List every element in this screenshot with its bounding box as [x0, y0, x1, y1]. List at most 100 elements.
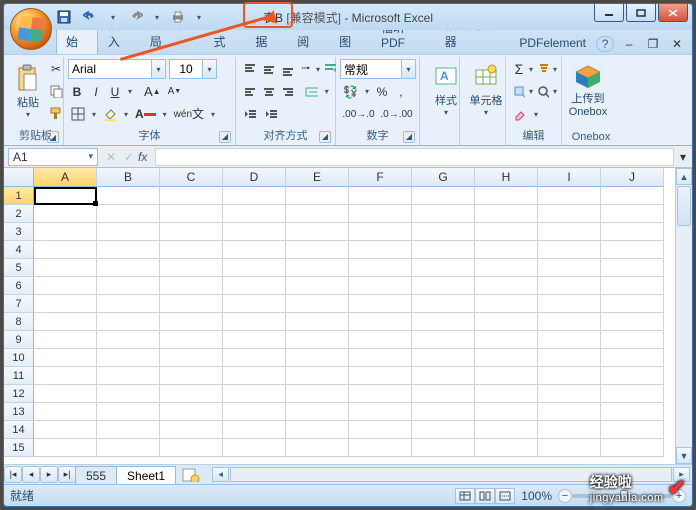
cell[interactable] — [349, 223, 412, 241]
border-dropdown-icon[interactable]: ▾ — [89, 110, 99, 119]
orientation-icon[interactable]: ⭬ — [297, 59, 315, 79]
close-button[interactable] — [658, 4, 688, 22]
undo-icon[interactable] — [80, 7, 102, 27]
font-color-dropdown-icon[interactable]: ▾ — [160, 110, 170, 119]
cell[interactable] — [97, 421, 160, 439]
cell[interactable] — [538, 241, 601, 259]
format-painter-icon[interactable] — [46, 103, 66, 123]
cell[interactable] — [601, 241, 664, 259]
grid-body[interactable]: 123456789101112131415 — [4, 187, 675, 464]
cell[interactable] — [160, 439, 223, 457]
find-dropdown-icon[interactable]: ▾ — [553, 87, 557, 96]
name-box-dropdown-icon[interactable]: ▾ — [88, 151, 93, 162]
cell[interactable] — [223, 367, 286, 385]
cell[interactable] — [538, 367, 601, 385]
page-layout-view-icon[interactable] — [475, 488, 495, 504]
grow-font-icon[interactable]: A▲ — [141, 82, 164, 102]
clipboard-launcher-icon[interactable]: ◢ — [47, 131, 59, 143]
cell[interactable] — [601, 277, 664, 295]
select-all-corner[interactable] — [4, 168, 34, 187]
number-launcher-icon[interactable]: ◢ — [403, 131, 415, 143]
fill-dropdown-icon[interactable]: ▾ — [121, 110, 131, 119]
cell[interactable] — [34, 367, 97, 385]
phonetic-icon[interactable]: wén文 — [171, 104, 207, 124]
cell[interactable] — [538, 331, 601, 349]
cell[interactable] — [223, 259, 286, 277]
row-header[interactable]: 12 — [4, 385, 34, 403]
cell[interactable] — [475, 205, 538, 223]
cell[interactable] — [349, 241, 412, 259]
cell[interactable] — [97, 187, 160, 205]
cell[interactable] — [601, 421, 664, 439]
cell[interactable] — [412, 439, 475, 457]
font-name-combo[interactable]: ▾ — [68, 59, 166, 79]
cell[interactable] — [97, 241, 160, 259]
cell[interactable] — [601, 367, 664, 385]
font-name-input[interactable] — [68, 59, 152, 79]
cell[interactable] — [538, 439, 601, 457]
row-header[interactable]: 6 — [4, 277, 34, 295]
cell[interactable] — [286, 223, 349, 241]
shrink-font-icon[interactable]: A▼ — [165, 82, 185, 102]
copy-icon[interactable] — [46, 81, 66, 101]
cell[interactable] — [349, 187, 412, 205]
cell[interactable] — [601, 205, 664, 223]
cell[interactable] — [475, 331, 538, 349]
cell[interactable] — [223, 439, 286, 457]
cell[interactable] — [223, 277, 286, 295]
minimize-button[interactable] — [594, 4, 624, 22]
next-sheet-icon[interactable]: ▸ — [40, 466, 58, 483]
row-header[interactable]: 14 — [4, 421, 34, 439]
cell[interactable] — [160, 313, 223, 331]
cell[interactable] — [160, 223, 223, 241]
print-icon[interactable] — [168, 7, 188, 27]
cells-dropdown-icon[interactable]: ▾ — [481, 108, 491, 117]
align-left-icon[interactable] — [240, 82, 258, 102]
cell[interactable] — [349, 295, 412, 313]
decrease-decimal-icon[interactable]: .0→.00 — [378, 104, 415, 124]
cell[interactable] — [97, 259, 160, 277]
row-header[interactable]: 5 — [4, 259, 34, 277]
column-header[interactable]: I — [538, 168, 601, 187]
cell[interactable] — [34, 241, 97, 259]
cell[interactable] — [223, 295, 286, 313]
cell[interactable] — [412, 421, 475, 439]
cell[interactable] — [349, 385, 412, 403]
scroll-down-icon[interactable]: ▼ — [676, 447, 692, 464]
cell[interactable] — [412, 403, 475, 421]
save-icon[interactable] — [54, 7, 74, 27]
zoom-knob[interactable] — [620, 490, 628, 502]
cancel-formula-icon[interactable]: ✕ — [102, 147, 120, 167]
sort-dropdown-icon[interactable]: ▾ — [553, 65, 557, 74]
workbook-restore-icon[interactable]: ❐ — [644, 34, 662, 54]
row-header[interactable]: 8 — [4, 313, 34, 331]
fx-icon[interactable]: fx — [138, 150, 147, 164]
zoom-out-icon[interactable]: − — [558, 489, 572, 503]
scroll-up-icon[interactable]: ▲ — [676, 168, 692, 185]
row-header[interactable]: 4 — [4, 241, 34, 259]
cell[interactable] — [538, 223, 601, 241]
row-header[interactable]: 15 — [4, 439, 34, 457]
accounting-format-icon[interactable]: 💱 — [340, 82, 361, 102]
cell[interactable] — [349, 331, 412, 349]
cell[interactable] — [349, 439, 412, 457]
cell[interactable] — [475, 385, 538, 403]
row-header[interactable]: 13 — [4, 403, 34, 421]
cell[interactable] — [475, 439, 538, 457]
cell[interactable] — [349, 277, 412, 295]
cell[interactable] — [34, 421, 97, 439]
underline-dropdown-icon[interactable]: ▾ — [125, 87, 135, 96]
cell[interactable] — [475, 295, 538, 313]
cell[interactable] — [475, 259, 538, 277]
autosum-dropdown-icon[interactable]: ▾ — [529, 65, 533, 74]
merge-dropdown-icon[interactable]: ▾ — [322, 87, 331, 96]
qat-customize-icon[interactable]: ▾ — [194, 13, 204, 22]
styles-dropdown-icon[interactable]: ▾ — [441, 108, 451, 117]
cell[interactable] — [286, 439, 349, 457]
cell[interactable] — [34, 205, 97, 223]
cell[interactable] — [412, 223, 475, 241]
increase-decimal-icon[interactable]: .00→.0 — [340, 104, 377, 124]
font-size-combo[interactable]: ▾ — [169, 59, 217, 79]
column-header[interactable]: H — [475, 168, 538, 187]
align-middle-icon[interactable] — [259, 59, 277, 79]
